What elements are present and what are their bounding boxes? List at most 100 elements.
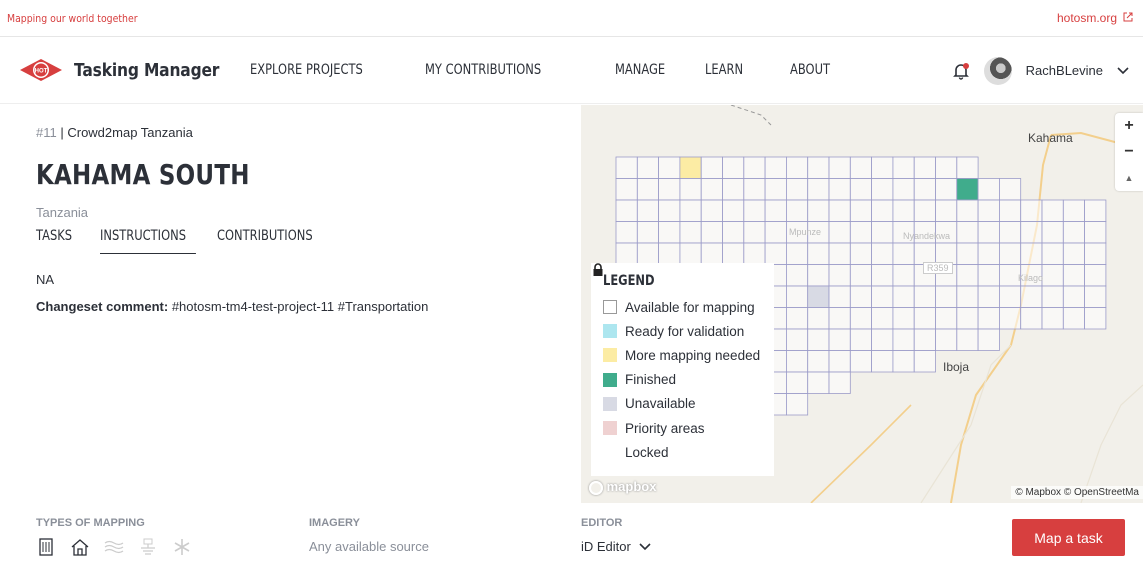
task-cell[interactable] [913, 307, 936, 330]
task-cell[interactable] [785, 242, 809, 265]
task-cell[interactable] [1062, 285, 1085, 308]
task-cell[interactable] [828, 156, 851, 179]
task-cell[interactable] [913, 178, 936, 201]
task-cell[interactable] [1041, 221, 1064, 244]
task-cell[interactable] [636, 199, 659, 222]
task-cell[interactable] [658, 199, 681, 222]
task-cell[interactable] [956, 221, 979, 244]
task-cell[interactable] [977, 328, 1000, 351]
task-cell[interactable] [871, 221, 894, 244]
task-cell[interactable] [679, 156, 702, 179]
project-id[interactable]: #11 [36, 125, 57, 140]
task-cell[interactable] [828, 285, 851, 308]
task-cell[interactable] [785, 178, 809, 201]
menu-explore-projects[interactable]: EXPLORE PROJECTS [250, 62, 369, 78]
task-cell[interactable] [1084, 285, 1107, 308]
task-cell[interactable] [636, 221, 659, 244]
task-cell[interactable] [785, 350, 809, 373]
task-cell[interactable] [785, 371, 809, 394]
task-cell[interactable] [1062, 199, 1085, 222]
task-cell[interactable] [871, 178, 894, 201]
tab-contributions[interactable]: CONTRIBUTIONS [217, 228, 315, 254]
task-cell[interactable] [998, 199, 1022, 222]
task-cell[interactable] [615, 242, 638, 265]
task-map[interactable]: Kahama Iboja Mpunze Nyandekwa Kilago R35… [581, 105, 1143, 503]
task-cell[interactable] [849, 285, 872, 308]
task-cell[interactable] [956, 178, 979, 201]
task-cell[interactable] [828, 371, 851, 394]
task-cell[interactable] [849, 221, 872, 244]
task-cell[interactable] [807, 264, 830, 287]
task-cell[interactable] [722, 221, 745, 244]
task-cell[interactable] [956, 285, 979, 308]
task-cell[interactable] [658, 156, 681, 179]
menu-manage[interactable]: MANAGE [615, 62, 665, 78]
task-cell[interactable] [807, 178, 830, 201]
task-cell[interactable] [722, 242, 745, 265]
task-cell[interactable] [1084, 264, 1107, 287]
task-cell[interactable] [828, 328, 851, 351]
task-cell[interactable] [700, 199, 723, 222]
task-cell[interactable] [658, 221, 681, 244]
hotosm-link[interactable]: hotosm.org [1057, 11, 1133, 25]
task-cell[interactable] [828, 178, 851, 201]
task-cell[interactable] [1041, 264, 1064, 287]
mapbox-logo[interactable]: mapbox [589, 479, 656, 495]
user-avatar[interactable] [983, 56, 1012, 85]
task-cell[interactable] [785, 199, 809, 222]
task-cell[interactable] [892, 264, 915, 287]
task-cell[interactable] [998, 285, 1022, 308]
logo-link[interactable]: HOT Tasking Manager [18, 58, 228, 82]
map-attribution[interactable]: © Mapbox © OpenStreetMa [1011, 486, 1143, 499]
task-cell[interactable] [892, 156, 915, 179]
task-cell[interactable] [807, 285, 830, 308]
task-cell[interactable] [615, 221, 638, 244]
notification-bell-icon[interactable] [952, 62, 970, 80]
task-cell[interactable] [956, 264, 979, 287]
tab-instructions[interactable]: INSTRUCTIONS [100, 228, 196, 254]
task-cell[interactable] [615, 199, 638, 222]
task-cell[interactable] [892, 285, 915, 308]
task-cell[interactable] [956, 156, 979, 179]
task-cell[interactable] [828, 221, 851, 244]
task-cell[interactable] [700, 178, 723, 201]
task-cell[interactable] [977, 178, 1000, 201]
task-cell[interactable] [743, 156, 766, 179]
task-cell[interactable] [722, 199, 745, 222]
task-cell[interactable] [700, 242, 723, 265]
task-cell[interactable] [658, 242, 681, 265]
task-cell[interactable] [1020, 242, 1043, 265]
task-cell[interactable] [807, 242, 830, 265]
task-cell[interactable] [871, 264, 894, 287]
task-cell[interactable] [849, 264, 872, 287]
task-cell[interactable] [849, 307, 872, 330]
task-cell[interactable] [849, 199, 872, 222]
map-a-task-button[interactable]: Map a task [1012, 519, 1125, 556]
username[interactable]: RachBLevine [1026, 63, 1103, 78]
task-cell[interactable] [871, 328, 894, 351]
task-cell[interactable] [1020, 221, 1043, 244]
task-cell[interactable] [849, 328, 872, 351]
task-cell[interactable] [977, 264, 1000, 287]
task-cell[interactable] [764, 221, 787, 244]
zoom-in-button[interactable]: + [1115, 113, 1143, 139]
task-cell[interactable] [1062, 307, 1085, 330]
task-cell[interactable] [658, 178, 681, 201]
task-cell[interactable] [1041, 285, 1064, 308]
task-cell[interactable] [636, 156, 659, 179]
task-cell[interactable] [764, 199, 787, 222]
task-cell[interactable] [1084, 307, 1107, 330]
task-cell[interactable] [722, 156, 745, 179]
task-cell[interactable] [828, 350, 851, 373]
task-cell[interactable] [743, 199, 766, 222]
task-cell[interactable] [807, 156, 830, 179]
task-cell[interactable] [615, 156, 638, 179]
task-cell[interactable] [977, 242, 1000, 265]
task-cell[interactable] [913, 285, 936, 308]
task-cell[interactable] [785, 328, 809, 351]
task-cell[interactable] [785, 264, 809, 287]
task-cell[interactable] [1020, 199, 1043, 222]
task-cell[interactable] [679, 221, 702, 244]
chevron-down-icon[interactable] [1117, 62, 1129, 80]
task-cell[interactable] [892, 328, 915, 351]
